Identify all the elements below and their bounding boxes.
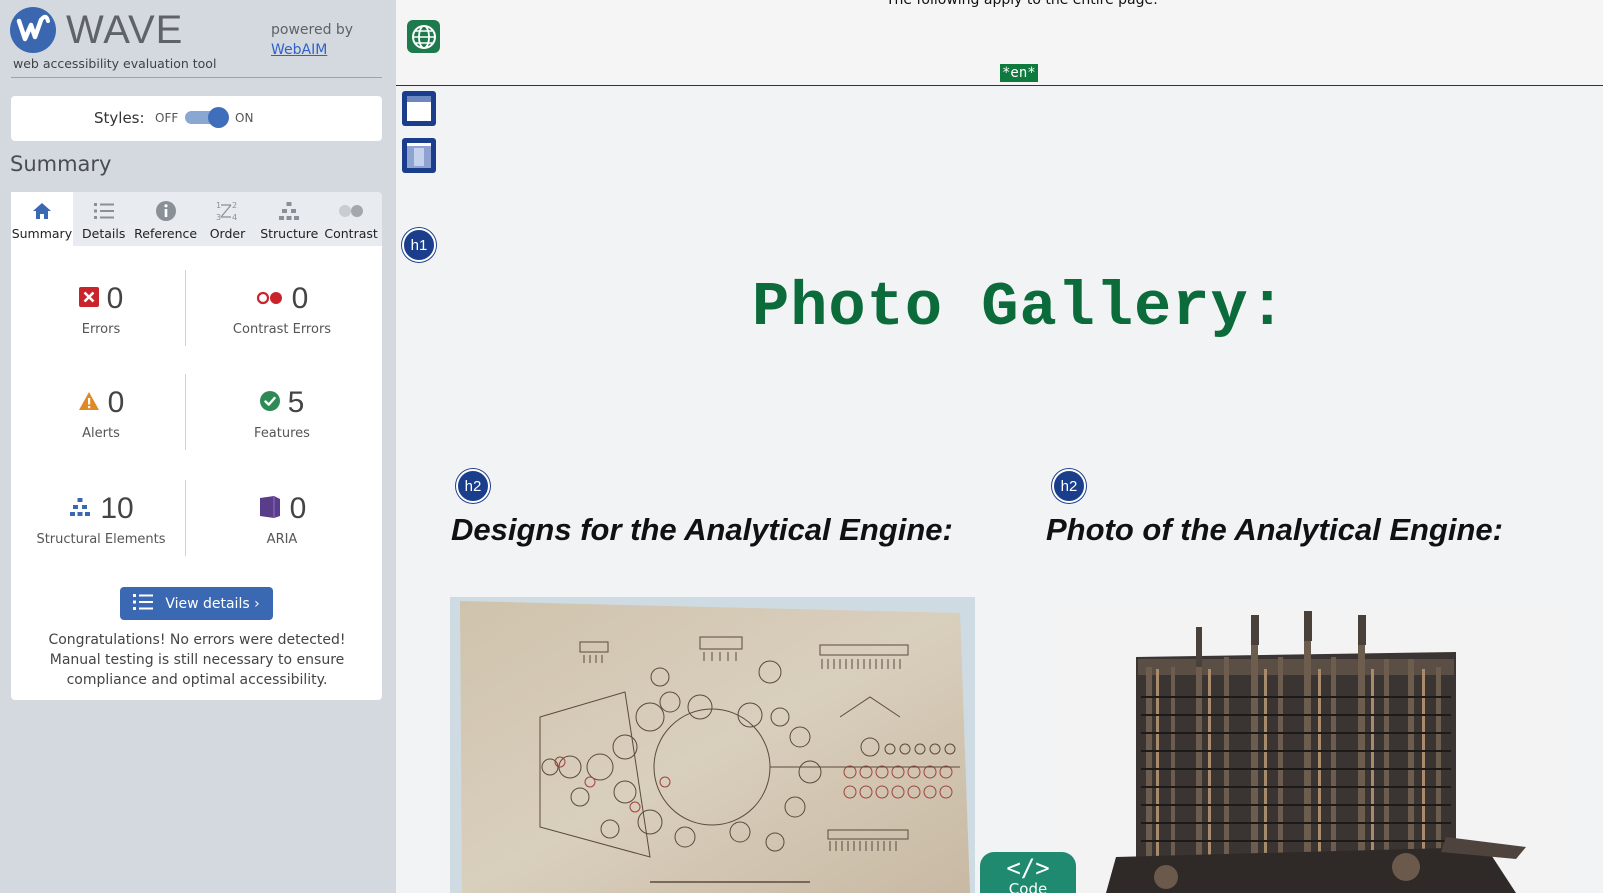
alert-icon (78, 391, 100, 415)
landmark-main-icon[interactable] (401, 137, 437, 174)
summary-tabs: Summary Details Reference 1 2 3 4 Order Str… (11, 192, 382, 246)
analytical-engine-photo-image (1046, 597, 1571, 893)
svg-text:3: 3 (216, 213, 221, 222)
styles-on-label: ON (235, 111, 254, 125)
list-icon (133, 593, 154, 614)
webaim-link[interactable]: WebAIM (271, 42, 327, 58)
tab-contrast[interactable]: Contrast (320, 192, 382, 246)
alerts-count: 0 (107, 386, 125, 419)
errors-label: Errors (81, 322, 121, 337)
styles-toggle[interactable] (185, 107, 229, 128)
tab-summary[interactable]: Summary (11, 192, 73, 246)
analytical-engine-design-image (450, 597, 975, 893)
summary-message: Congratulations! No errors were detected… (48, 632, 346, 688)
tab-label: Structure (260, 226, 319, 241)
stat-errors[interactable]: 0 Errors (16, 282, 186, 337)
h1-badge-icon[interactable]: h1 (402, 228, 436, 262)
home-icon (32, 199, 52, 223)
order-icon: 1 2 3 4 (215, 199, 239, 223)
aria-count: 0 (289, 492, 307, 525)
landmark-header-icon[interactable] (401, 90, 437, 127)
code-icon: </> (1006, 854, 1050, 882)
list-icon (93, 199, 115, 223)
page-preview: The following apply to the entire page: … (396, 0, 1603, 893)
view-details-label: View details › (165, 595, 260, 612)
powered-by: powered by WebAIM (271, 20, 353, 60)
stat-aria[interactable]: 0 ARIA (197, 492, 367, 547)
code-panel-button[interactable]: </> Code (980, 852, 1076, 893)
language-globe-icon[interactable] (407, 20, 440, 53)
tab-label: Reference (134, 226, 198, 241)
stat-features[interactable]: 5 Features (197, 386, 367, 441)
wave-logo-icon (10, 7, 56, 53)
features-label: Features (254, 426, 310, 441)
contrast-errors-count: 0 (291, 282, 309, 315)
structure-icon (278, 199, 300, 223)
aria-icon (258, 495, 282, 523)
page-heading-h1: Photo Gallery: (752, 272, 1287, 343)
code-button-label: Code (1008, 880, 1048, 893)
summary-panel: 0 Errors 0 Contrast Errors 0 Alerts 5 Fe… (11, 246, 382, 700)
divider (185, 480, 186, 556)
contrast-error-icon (256, 290, 284, 309)
structure-icon (68, 497, 92, 521)
toggle-knob (208, 107, 229, 128)
language-tag[interactable]: *en* (1000, 64, 1038, 82)
feature-check-icon (259, 391, 280, 415)
errors-count: 0 (106, 282, 124, 315)
h2-badge-icon[interactable]: h2 (456, 469, 490, 503)
styles-label: Styles: (94, 109, 145, 127)
wave-logo-text: WAVE (66, 8, 184, 52)
h2-badge-icon[interactable]: h2 (1052, 469, 1086, 503)
powered-by-label: powered by (271, 22, 354, 38)
tab-details[interactable]: Details (73, 192, 135, 246)
view-details-button[interactable]: View details › (120, 587, 273, 620)
divider (185, 374, 186, 450)
stat-structural[interactable]: 10 Structural Elements (16, 492, 186, 547)
svg-text:2: 2 (232, 201, 237, 210)
wave-sidebar: WAVE web accessibility evaluation tool p… (0, 0, 396, 893)
tab-order[interactable]: 1 2 3 4 Order (197, 192, 259, 246)
svg-text:4: 4 (232, 213, 237, 222)
tab-label: Order (209, 226, 246, 241)
alerts-label: Alerts (82, 426, 120, 441)
tab-reference[interactable]: Reference (134, 192, 198, 246)
divider (185, 270, 186, 346)
heading-h2-photo: Photo of the Analytical Engine: (1046, 512, 1503, 547)
info-icon (155, 199, 177, 223)
contrast-icon (337, 199, 365, 223)
tab-structure[interactable]: Structure (258, 192, 320, 246)
summary-heading: Summary (10, 152, 112, 176)
svg-text:1: 1 (216, 201, 221, 210)
heading-h2-designs: Designs for the Analytical Engine: (451, 512, 953, 547)
features-count: 5 (287, 386, 305, 419)
structural-count: 10 (100, 492, 134, 525)
stat-alerts[interactable]: 0 Alerts (16, 386, 186, 441)
styles-toggle-box: Styles: OFF ON (11, 96, 382, 141)
error-icon (78, 287, 99, 311)
tab-label: Contrast (324, 226, 378, 241)
logo-tagline: web accessibility evaluation tool (13, 56, 217, 71)
divider (11, 77, 382, 78)
tab-label: Details (82, 226, 126, 241)
structural-label: Structural Elements (36, 532, 166, 547)
page-level-note: The following apply to the entire page: (886, 0, 1158, 8)
aria-label: ARIA (266, 532, 298, 547)
stat-contrast-errors[interactable]: 0 Contrast Errors (197, 282, 367, 337)
page-level-strip: The following apply to the entire page: … (396, 0, 1603, 86)
tab-label: Summary (11, 226, 73, 241)
styles-off-label: OFF (155, 111, 179, 125)
contrast-errors-label: Contrast Errors (232, 322, 332, 337)
